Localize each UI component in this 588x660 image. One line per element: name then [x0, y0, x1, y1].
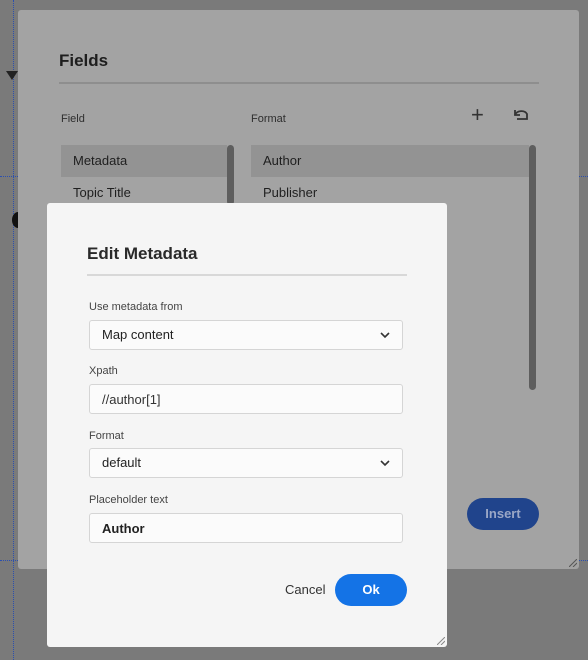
page-guide-vertical [13, 0, 14, 660]
use-metadata-select[interactable]: Map content [89, 320, 403, 350]
resize-handle-icon[interactable] [569, 559, 577, 567]
format-list-scrollbar[interactable] [529, 145, 536, 390]
xpath-label: Xpath [89, 365, 118, 377]
format-label: Format [89, 430, 124, 442]
placeholder-text-label: Placeholder text [89, 494, 168, 506]
edit-metadata-dialog: Edit Metadata Use metadata from Map cont… [47, 203, 447, 647]
caret-down-icon [6, 71, 18, 80]
xpath-field[interactable] [89, 384, 403, 414]
field-list-item[interactable]: Metadata [61, 145, 227, 177]
format-value: default [102, 455, 142, 470]
chevron-down-icon [380, 332, 390, 339]
divider [87, 274, 407, 276]
resize-handle-icon[interactable] [437, 637, 445, 645]
placeholder-text-field[interactable] [89, 513, 403, 543]
divider [59, 82, 539, 84]
fields-dialog-title: Fields [59, 51, 109, 70]
field-list-scrollbar[interactable] [227, 145, 234, 205]
edit-metadata-title: Edit Metadata [87, 244, 198, 263]
undo-icon[interactable] [511, 106, 531, 124]
cancel-button[interactable]: Cancel [285, 582, 325, 597]
format-list-item[interactable]: Author [251, 145, 529, 177]
insert-button[interactable]: Insert [467, 498, 539, 530]
xpath-input[interactable] [90, 385, 402, 413]
use-metadata-value: Map content [102, 327, 174, 342]
format-select[interactable]: default [89, 448, 403, 478]
chevron-down-icon [380, 460, 390, 467]
use-metadata-label: Use metadata from [89, 301, 183, 313]
field-column-label: Field [61, 113, 85, 125]
plus-icon[interactable]: + [471, 104, 484, 126]
format-column-label: Format [251, 113, 286, 125]
ok-button[interactable]: Ok [335, 574, 407, 606]
placeholder-text-input[interactable] [90, 514, 402, 542]
